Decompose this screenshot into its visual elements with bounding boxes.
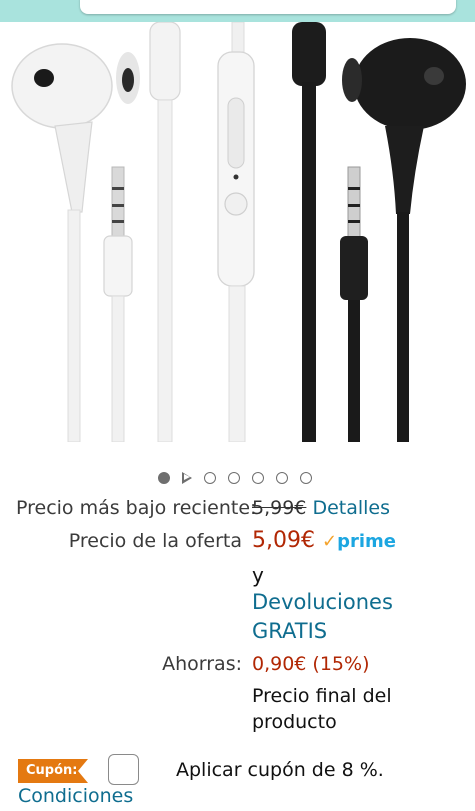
carousel-dot[interactable] <box>276 472 288 484</box>
final-price-note-line1: Precio final del <box>252 685 392 707</box>
white-jack <box>103 166 133 442</box>
carousel-dot[interactable] <box>204 472 216 484</box>
details-link[interactable]: Detalles <box>312 497 390 519</box>
recent-low-row: 5,99€ Detalles <box>252 496 390 520</box>
coupon-conditions-link[interactable]: Condiciones <box>18 784 133 808</box>
carousel-dot[interactable] <box>300 472 312 484</box>
offer-price-label: Precio de la oferta <box>68 530 242 552</box>
carousel-dot-active[interactable] <box>158 472 170 484</box>
carousel-dot[interactable] <box>228 472 240 484</box>
offer-price: 5,09€ <box>252 528 315 553</box>
product-image[interactable] <box>0 22 475 442</box>
savings-value: 0,90€ (15%) <box>252 653 370 675</box>
coupon-checkbox[interactable] <box>108 754 139 785</box>
offer-price-row: 5,09€ ✓prime <box>252 527 396 556</box>
savings-label: Ahorras: <box>162 653 242 675</box>
final-price-note-line2: producto <box>252 711 337 733</box>
coupon-badge: Cupón: <box>18 759 78 783</box>
coupon-badge-notch <box>78 759 88 783</box>
search-box[interactable] <box>80 0 456 14</box>
video-play-icon[interactable] <box>182 472 192 484</box>
prime-logo: prime <box>337 531 396 552</box>
white-cable-mic <box>149 22 255 442</box>
free-returns-link-line1[interactable]: Devoluciones <box>252 589 393 615</box>
recent-low-label: Precio más bajo reciente: <box>16 497 257 519</box>
image-carousel-indicators <box>158 471 312 485</box>
coupon-apply-text[interactable]: Aplicar cupón de 8 %. <box>176 758 384 782</box>
black-jack <box>340 166 368 442</box>
conjunction-text: y <box>252 563 264 587</box>
black-cable <box>292 22 326 442</box>
carousel-dot[interactable] <box>252 472 264 484</box>
free-returns-link-line2[interactable]: GRATIS <box>252 618 327 644</box>
recent-low-price: 5,99€ <box>252 497 307 519</box>
prime-check-icon: ✓ <box>321 531 338 552</box>
